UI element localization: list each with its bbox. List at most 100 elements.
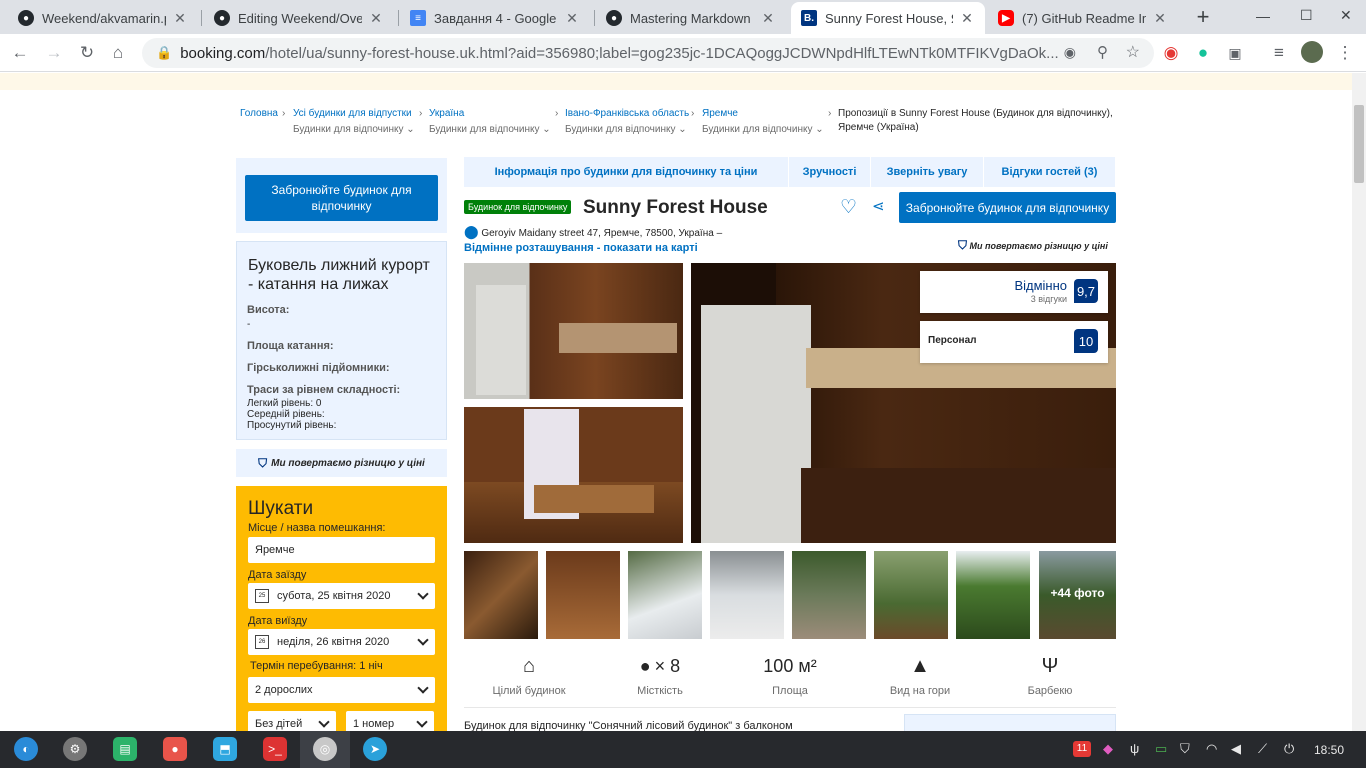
show-on-map-link[interactable]: Відмінне розташування - показати на карт… <box>464 242 698 254</box>
telegram-icon[interactable]: ➤ <box>363 737 387 761</box>
browser-tab[interactable]: ▶ (7) GitHub Readme Ima ✕ <box>988 2 1178 34</box>
chrome-menu-icon[interactable]: ⋮ <box>1334 42 1356 64</box>
back-arrow-icon[interactable]: ← <box>9 42 31 64</box>
breadcrumb-link[interactable]: Івано-Франківська область <box>565 108 689 119</box>
adults-select[interactable]: 2 дорослих <box>248 677 435 703</box>
media-control-icon[interactable]: ≡ <box>1268 42 1290 64</box>
app-tray-icon[interactable]: ◆ <box>1103 741 1113 757</box>
tab-facilities[interactable]: Зручності <box>789 157 871 187</box>
browser-tab[interactable]: ● Editing Weekend/Overn ✕ <box>204 2 394 34</box>
forward-arrow-icon[interactable]: → <box>43 42 65 64</box>
shield-check-icon: ⛉ <box>958 238 968 252</box>
breadcrumb-link[interactable]: Яремче <box>702 108 738 119</box>
thumbnail-photo[interactable] <box>956 551 1030 639</box>
profile-avatar[interactable] <box>1301 41 1323 63</box>
screen-recorder-icon[interactable]: ● <box>163 737 187 761</box>
breadcrumb-link[interactable]: Україна <box>429 108 464 119</box>
resort-title[interactable]: Буковель лижний курорт - катання на лижа… <box>248 256 436 294</box>
thumbnail-photo[interactable] <box>874 551 948 639</box>
blocked-cookies-icon[interactable]: ◉ <box>1064 44 1076 61</box>
app-store-icon[interactable]: ⬒ <box>213 737 237 761</box>
clock[interactable]: 18:50 <box>1314 743 1344 757</box>
children-select[interactable]: Без дітей <box>248 711 336 731</box>
minimize-button[interactable]: — <box>1256 8 1270 24</box>
rooms-select[interactable]: 1 номер <box>346 711 434 731</box>
reload-icon[interactable]: ↻ <box>76 42 98 64</box>
chrome-icon[interactable]: ◎ <box>313 737 337 761</box>
close-tab-icon[interactable]: ✕ <box>564 10 580 27</box>
breadcrumb-ukraine[interactable]: Україна Будинки для відпочинку ⌄ <box>429 108 551 135</box>
terminal-app-icon[interactable]: ▤ <box>113 737 137 761</box>
close-tab-icon[interactable]: ✕ <box>368 10 384 27</box>
volume-icon[interactable]: ◀ <box>1231 741 1241 757</box>
checkin-date-select[interactable]: 25 субота, 25 квітня 2020 <box>248 583 435 609</box>
browser-tab[interactable]: ≡ Завдання 4 - Google Д ✕ <box>400 2 590 34</box>
home-icon[interactable]: ⌂ <box>107 42 129 64</box>
maximize-button[interactable]: ☐ <box>1300 7 1313 24</box>
wifi-icon[interactable]: ◠ <box>1206 741 1217 757</box>
close-tab-icon[interactable]: ✕ <box>1152 10 1168 27</box>
close-tab-icon[interactable]: ✕ <box>760 10 776 27</box>
tab-fine-print[interactable]: Зверніть увагу <box>871 157 984 187</box>
breadcrumb-all-homes[interactable]: Усі будинки для відпустки Будинки для від… <box>293 108 415 135</box>
tab-info-prices[interactable]: Інформація про будинки для відпочинку та… <box>464 157 789 187</box>
grammarly-icon[interactable]: ● <box>1192 42 1214 64</box>
notification-badge[interactable]: 11 <box>1073 741 1091 757</box>
breadcrumb-current: Пропозиції в Sunny Forest House (Будинок… <box>838 108 1113 133</box>
thumbnail-photo[interactable] <box>546 551 620 639</box>
facility-capacity: ● × 8 Місткість <box>595 653 725 698</box>
breadcrumb-dropdown[interactable]: Будинки для відпочинку ⌄ <box>565 124 689 135</box>
breadcrumb-city[interactable]: Яремче Будинки для відпочинку ⌄ <box>702 108 824 135</box>
property-description: Будинок для відпочинку "Сонячний лісовий… <box>464 720 793 731</box>
launcher-icon[interactable]: ◐ <box>14 737 38 761</box>
new-tab-button[interactable]: + <box>1190 5 1216 31</box>
property-title: Sunny Forest House <box>583 197 768 218</box>
close-window-button[interactable]: ✕ <box>1340 7 1352 24</box>
settings-gear-icon[interactable]: ⚙ <box>63 737 87 761</box>
photo-kitchen-1[interactable] <box>464 263 683 399</box>
close-tab-icon[interactable]: ✕ <box>172 10 188 27</box>
breadcrumb-dropdown[interactable]: Будинки для відпочинку ⌄ <box>293 124 415 135</box>
place-input[interactable]: Яремче <box>248 537 435 563</box>
thumbnail-photo[interactable] <box>710 551 784 639</box>
close-tab-icon[interactable]: ✕ <box>959 10 975 27</box>
github-icon: ● <box>214 10 230 26</box>
extension-icon[interactable]: ▣ <box>1224 42 1246 64</box>
shield-icon[interactable]: ⛉ <box>1180 741 1190 757</box>
sidebar-book-button[interactable]: Забронюйте будинок для відпочинку <box>245 175 438 221</box>
breadcrumb-dropdown[interactable]: Будинки для відпочинку ⌄ <box>429 124 551 135</box>
more-photos-label: +44 фото <box>1050 586 1105 600</box>
heart-icon[interactable]: ♡ <box>840 196 857 219</box>
tab-guest-reviews[interactable]: Відгуки гостей (3) <box>984 157 1115 187</box>
photo-dining[interactable] <box>464 407 683 543</box>
breadcrumb-home[interactable]: Головна <box>240 108 278 119</box>
checkout-date-select[interactable]: 26 неділя, 26 квітня 2020 <box>248 629 435 655</box>
thumbnail-photo[interactable] <box>628 551 702 639</box>
battery-charging-icon[interactable]: ▭ <box>1155 741 1167 757</box>
power-icon[interactable]: ⏻ <box>1284 741 1294 757</box>
rating-card[interactable]: Відмінно 3 відгуки 9,7 <box>920 271 1108 313</box>
code-terminal-icon[interactable]: >_ <box>263 737 287 761</box>
breadcrumb-link[interactable]: Усі будинки для відпустки <box>293 108 412 119</box>
extension-record-icon[interactable]: ◉ <box>1160 42 1182 64</box>
browser-tab[interactable]: ● Weekend/akvamarin.pr ✕ <box>8 2 198 34</box>
address-bar[interactable]: 🔒 booking.com/hotel/ua/sunny-forest-hous… <box>142 38 1154 68</box>
browser-tab-active[interactable]: B. Sunny Forest House, Яр ✕ <box>791 2 985 34</box>
book-button[interactable]: Забронюйте будинок для відпочинку <box>899 192 1116 223</box>
breadcrumb-dropdown[interactable]: Будинки для відпочинку ⌄ <box>702 124 824 135</box>
scrollbar-thumb[interactable] <box>1354 105 1364 183</box>
network-icon[interactable]: ⟋ <box>1258 741 1267 757</box>
breadcrumb-link[interactable]: Головна <box>240 108 278 119</box>
thumbnail-photo[interactable] <box>792 551 866 639</box>
breadcrumb-region[interactable]: Івано-Франківська область Будинки для від… <box>565 108 689 135</box>
chevron-down-icon <box>417 682 429 694</box>
bookmark-star-icon[interactable]: ☆ <box>1126 42 1140 62</box>
search-box: Шукати Місце / назва помешкання: Яремче … <box>236 486 447 731</box>
sidebar-booking-box: Забронюйте будинок для відпочинку <box>236 158 447 233</box>
more-photos-thumbnail[interactable]: +44 фото <box>1039 551 1116 639</box>
thumbnail-photo[interactable] <box>464 551 538 639</box>
zoom-icon[interactable]: ⚲ <box>1097 43 1108 61</box>
browser-tab[interactable]: ● Mastering Markdown · G ✕ <box>596 2 786 34</box>
usb-icon[interactable]: ψ <box>1130 741 1139 756</box>
share-icon[interactable]: ⋖ <box>872 197 885 215</box>
